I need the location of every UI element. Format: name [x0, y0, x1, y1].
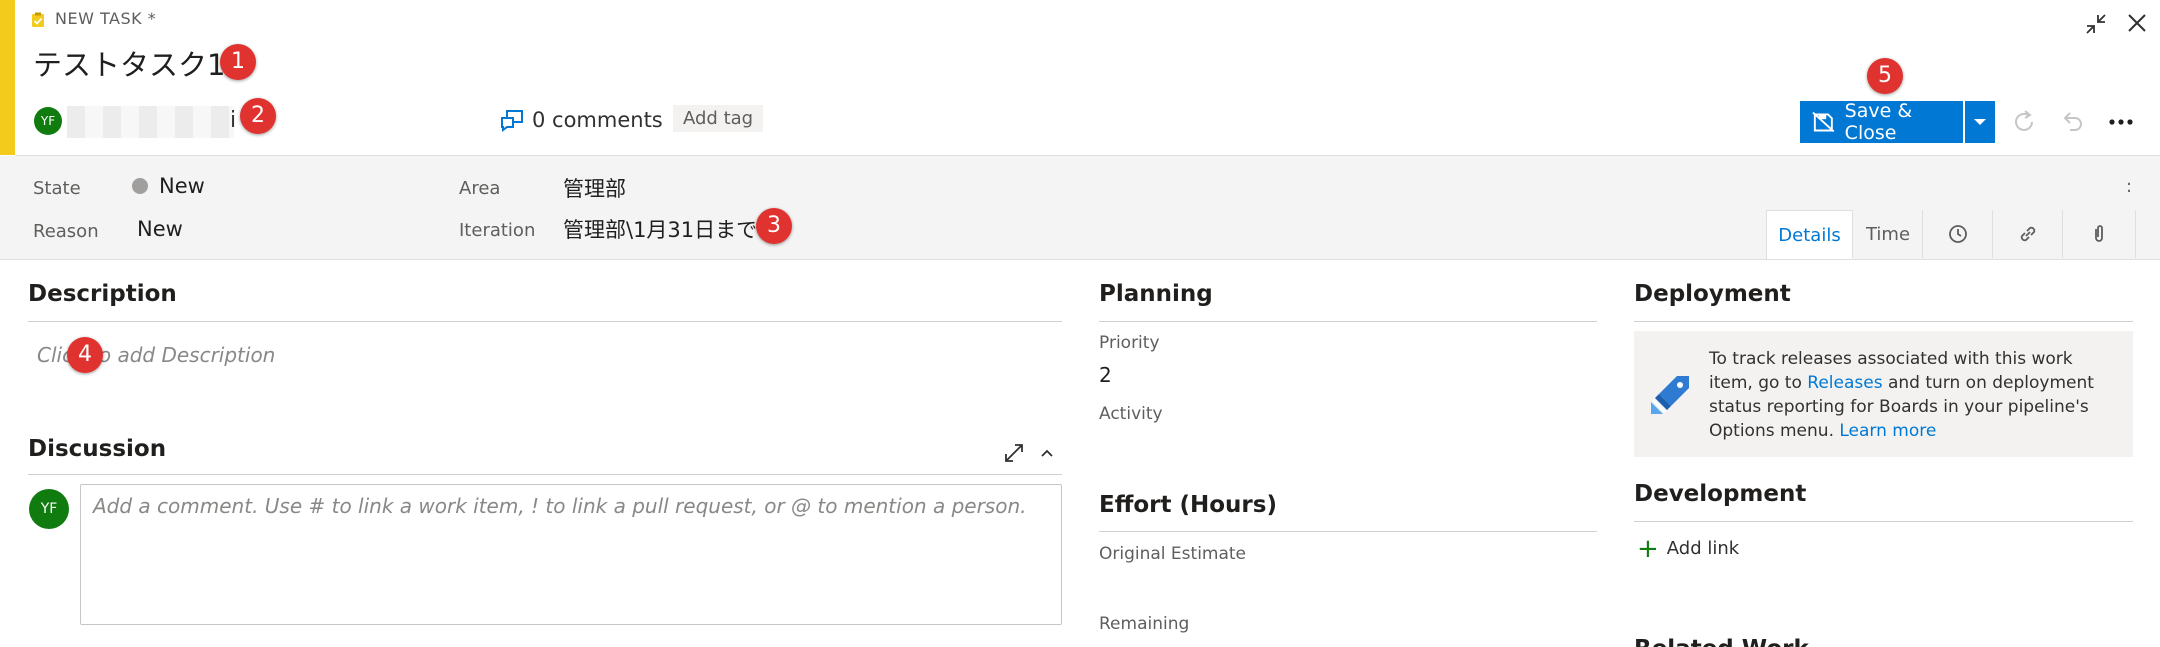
activity-label: Activity — [1099, 404, 1163, 424]
attachment-icon — [2095, 225, 2103, 242]
priority-label: Priority — [1099, 333, 1160, 353]
reason-label: Reason — [33, 221, 99, 242]
effort-divider — [1099, 531, 1597, 532]
planning-divider — [1099, 321, 1597, 322]
commenter-avatar: YF — [29, 489, 69, 529]
save-close-label: Save & Close — [1844, 100, 1913, 144]
tab-attachments[interactable] — [2062, 210, 2136, 258]
callout-badge: 5 — [1867, 58, 1903, 94]
effort-title: Effort (Hours) — [1099, 492, 1277, 518]
state-label: State — [33, 178, 81, 199]
pipelines-icon — [1651, 376, 1689, 414]
discussion-divider — [28, 474, 1062, 475]
priority-value[interactable]: 2 — [1099, 363, 1112, 387]
assignee-avatar[interactable]: YF — [34, 107, 62, 135]
tab-time[interactable]: Time — [1852, 210, 1923, 258]
original-estimate-label: Original Estimate — [1099, 544, 1247, 564]
related-work-title: Related Work — [1634, 636, 1809, 647]
comment-placeholder: Add a comment. Use # to link a work item… — [93, 494, 1027, 518]
close-icon[interactable] — [2126, 12, 2148, 34]
plus-icon: + — [1637, 533, 1659, 564]
planning-title: Planning — [1099, 281, 1213, 307]
callout-badge: 1 — [220, 44, 256, 80]
iteration-label: Iteration — [459, 220, 536, 241]
discussion-title: Discussion — [28, 436, 167, 462]
learn-more-link[interactable]: Learn more — [1839, 421, 1936, 441]
task-icon — [32, 12, 44, 27]
deployment-info-text: To track releases associated with this w… — [1709, 347, 2119, 443]
description-title: Description — [28, 281, 177, 307]
chevron-down-icon — [1974, 119, 1986, 125]
more-actions-icon[interactable] — [2107, 116, 2135, 128]
fields-overflow[interactable]: : — [2126, 176, 2132, 197]
callout-badge: 3 — [756, 208, 792, 244]
add-link-button[interactable]: + Add link — [1637, 533, 1740, 564]
related-work-section: Related Work — [1634, 636, 2133, 647]
description-divider — [28, 321, 1062, 322]
add-link-label: Add link — [1666, 538, 1740, 559]
comment-input[interactable]: Add a comment. Use # to link a work item… — [80, 484, 1062, 625]
expand-icon[interactable] — [1003, 442, 1025, 464]
add-tag-button[interactable]: Add tag — [673, 105, 764, 132]
area-value[interactable]: 管理部 — [563, 173, 626, 203]
development-title: Development — [1634, 481, 1807, 507]
activity-field[interactable] — [1099, 428, 1597, 458]
iteration-value[interactable]: 管理部\1月31日まで — [563, 214, 757, 244]
original-estimate-field[interactable] — [1099, 569, 1597, 599]
link-icon — [2020, 226, 2036, 242]
comments-count[interactable]: 0 comments — [532, 108, 663, 132]
releases-link[interactable]: Releases — [1807, 373, 1882, 393]
collapse-icon[interactable] — [2084, 12, 2108, 36]
save-close-button[interactable]: Save & Close — [1800, 100, 1963, 144]
assignee-name[interactable]: i — [230, 108, 236, 133]
refresh-icon[interactable] — [2010, 108, 2038, 136]
state-value[interactable]: New — [159, 174, 205, 198]
tab-details[interactable]: Details — [1766, 210, 1852, 259]
tab-history[interactable] — [1922, 210, 1993, 258]
area-label: Area — [459, 178, 501, 199]
undo-icon[interactable] — [2058, 108, 2086, 136]
assignee-name-redacted[interactable] — [67, 106, 234, 138]
save-close-icon — [1812, 111, 1835, 133]
callout-badge: 2 — [240, 98, 276, 134]
work-item-type-label: NEW TASK * — [55, 9, 157, 28]
deployment-divider — [1634, 321, 2133, 322]
tab-links[interactable] — [1992, 210, 2063, 258]
state-indicator-icon — [132, 178, 148, 194]
deployment-title: Deployment — [1634, 281, 1791, 307]
work-item-type-color-bar — [0, 0, 15, 155]
callout-badge: 4 — [67, 337, 103, 373]
reason-value[interactable]: New — [137, 217, 183, 241]
history-icon — [1949, 225, 1967, 243]
remaining-label: Remaining — [1099, 614, 1190, 634]
chevron-up-icon[interactable] — [1036, 442, 1058, 464]
save-options-dropdown[interactable] — [1965, 101, 1995, 143]
development-divider — [1634, 521, 2133, 522]
work-item-title[interactable]: テストタスク1 — [33, 42, 225, 84]
comments-icon[interactable] — [500, 110, 524, 132]
